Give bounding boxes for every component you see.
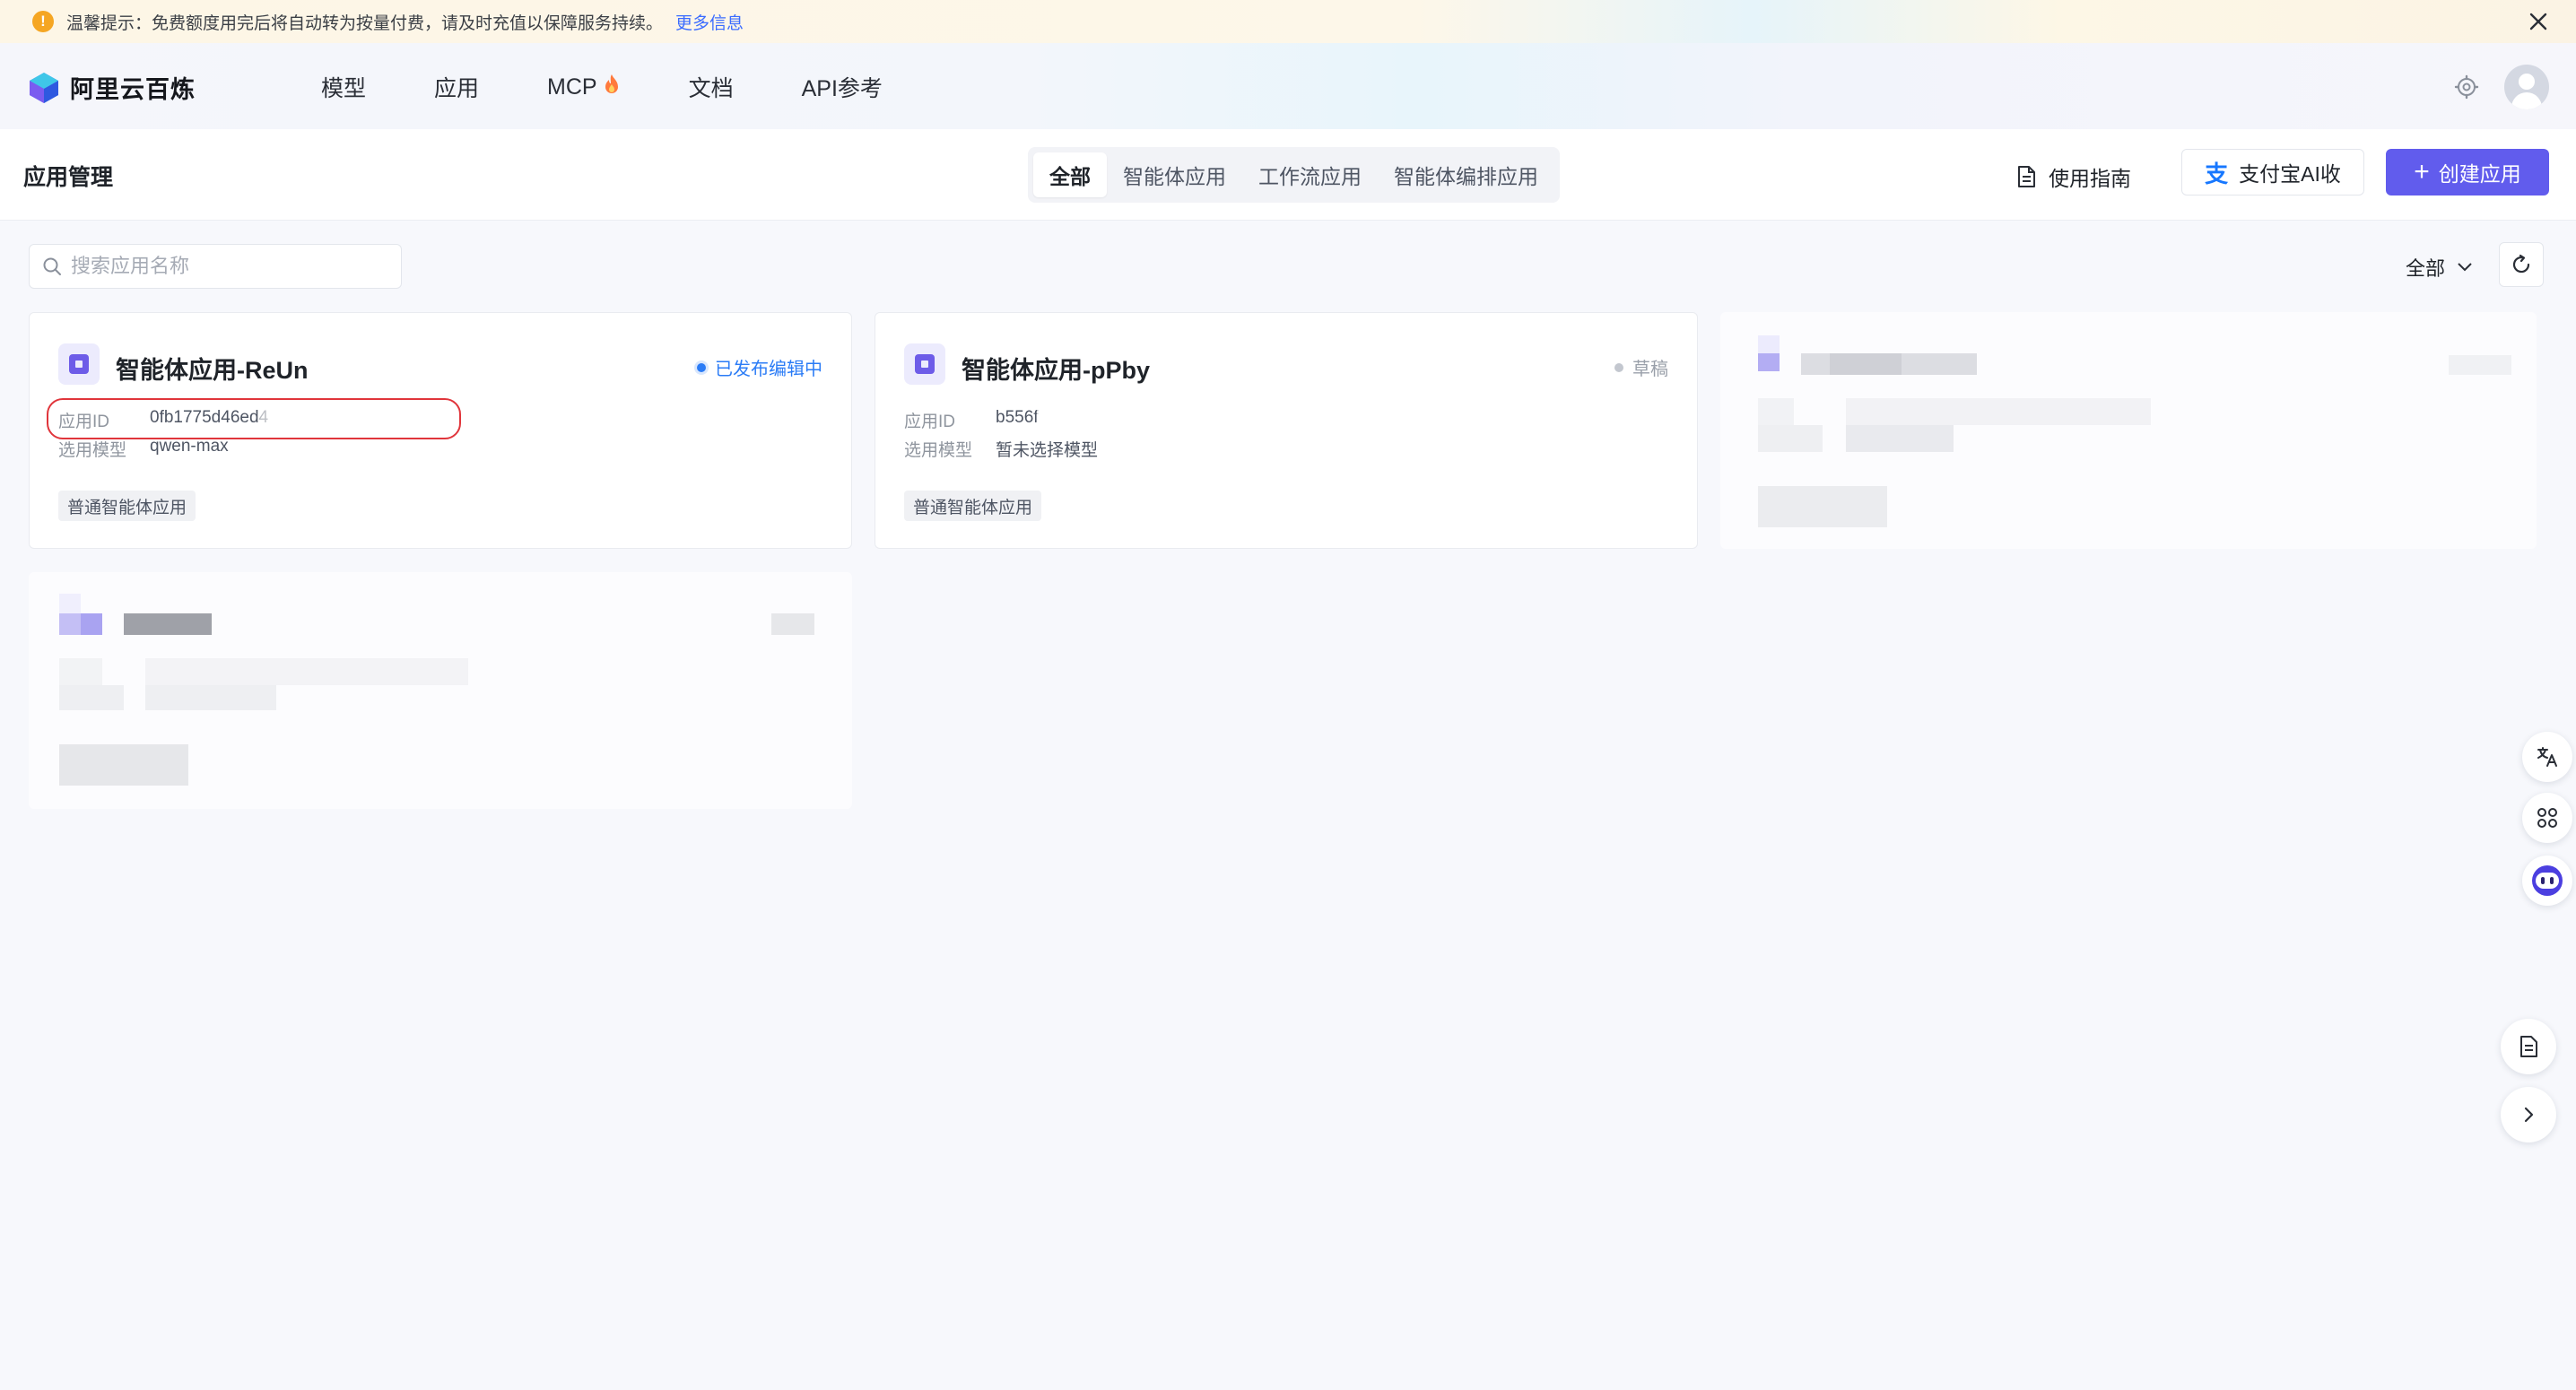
- tab-workflow-apps[interactable]: 工作流应用: [1242, 152, 1378, 197]
- search-icon: [43, 257, 61, 275]
- app-id-label: 应用ID: [904, 413, 956, 431]
- agent-app-icon: [904, 343, 945, 385]
- create-app-button[interactable]: + 创建应用: [2386, 149, 2549, 195]
- nav-item-label: 文档: [688, 76, 734, 101]
- apps-grid-button[interactable]: [2522, 793, 2572, 843]
- app-card[interactable]: 智能体应用-pPby 草稿 应用ID b556f 选用模型 暂未选择模型 普通智…: [875, 312, 1698, 549]
- usage-guide-button[interactable]: 使用指南: [2016, 161, 2131, 192]
- fire-icon: [603, 74, 621, 100]
- translate-icon: [2537, 747, 2557, 767]
- app-type-tag: 普通智能体应用: [904, 491, 1042, 521]
- refresh-button[interactable]: [2499, 242, 2544, 287]
- agent-app-icon: [58, 343, 100, 385]
- app-card-title: 智能体应用-pPby: [962, 357, 1151, 384]
- app-id-row: 应用ID 0fb1775d46ed4: [58, 408, 268, 432]
- app-id-value: 0fb1775d46ed4: [150, 408, 269, 427]
- nav-item-models[interactable]: 模型: [321, 70, 366, 104]
- page-title: 应用管理: [23, 165, 114, 190]
- notice-text: 温馨提示：免费额度用完后将自动转为按量付费，请及时充值以保障服务持续。: [66, 13, 664, 33]
- user-avatar[interactable]: [2504, 65, 2549, 109]
- usage-guide-label: 使用指南: [2049, 167, 2131, 190]
- docs-float-button[interactable]: [2501, 1019, 2556, 1074]
- refresh-icon: [2512, 254, 2530, 274]
- status-label: 已发布编辑中: [715, 360, 822, 379]
- nav-item-docs[interactable]: 文档: [689, 70, 734, 104]
- app-card[interactable]: 智能体应用-ReUn 已发布编辑中 应用ID 0fb1775d46ed4 选用模…: [29, 312, 852, 549]
- warning-icon: !: [32, 11, 54, 32]
- top-navigation: 阿里云百炼 模型 应用 MCP 文档 API参考: [0, 43, 2576, 129]
- status-filter-dropdown[interactable]: 全部: [2406, 253, 2474, 282]
- assistant-bot-icon: [2532, 865, 2563, 896]
- redacted-app-card[interactable]: [29, 572, 852, 809]
- model-label: 选用模型: [904, 441, 973, 460]
- brand-name: 阿里云百炼: [70, 76, 196, 103]
- gear-icon[interactable]: [2454, 74, 2479, 100]
- app-id-value: b556f: [996, 408, 1039, 427]
- model-row: 选用模型 qwen-max: [58, 437, 229, 461]
- document-icon: [2520, 1036, 2537, 1057]
- expand-panel-button[interactable]: [2501, 1087, 2556, 1142]
- status-label: 草稿: [1632, 360, 1668, 379]
- translate-button[interactable]: [2522, 732, 2572, 782]
- close-icon[interactable]: [2522, 5, 2554, 38]
- redacted-app-card[interactable]: [1720, 312, 2537, 549]
- brand-logo-icon: [30, 72, 58, 103]
- nav-item-label: 应用: [434, 76, 480, 101]
- nav-item-label: MCP: [547, 74, 597, 100]
- status-badge: 已发布编辑中: [697, 354, 822, 380]
- model-row: 选用模型 暂未选择模型: [904, 437, 1098, 461]
- chevron-right-icon: [2524, 1107, 2534, 1123]
- plus-icon: +: [2414, 157, 2430, 187]
- brand[interactable]: 阿里云百炼: [27, 70, 196, 105]
- chevron-down-icon: [2458, 263, 2472, 272]
- status-dot: [1614, 362, 1623, 372]
- model-value: 暂未选择模型: [996, 441, 1099, 460]
- apps-grid-icon: [2537, 808, 2557, 828]
- alipay-ai-label: 支付宝AI收: [2239, 162, 2341, 186]
- status-badge: 草稿: [1614, 354, 1668, 380]
- assistant-button[interactable]: [2522, 856, 2572, 906]
- redacted-region: [259, 401, 480, 431]
- search-input[interactable]: [71, 255, 376, 278]
- nav-item-label: 模型: [321, 76, 367, 101]
- status-dot: [697, 362, 706, 372]
- notice-banner: ! 温馨提示：免费额度用完后将自动转为按量付费，请及时充值以保障服务持续。 更多…: [0, 0, 2576, 43]
- filter-label: 全部: [2406, 257, 2446, 280]
- page-root: ! 温馨提示：免费额度用完后将自动转为按量付费，请及时充值以保障服务持续。 更多…: [0, 0, 2576, 1390]
- nav-item-mcp[interactable]: MCP: [547, 70, 621, 104]
- tab-agent-orchestration-apps[interactable]: 智能体编排应用: [1378, 152, 1554, 197]
- page-header: 应用管理 全部 智能体应用 工作流应用 智能体编排应用 使用指南 支 支付宝AI…: [0, 129, 2576, 221]
- model-label: 选用模型: [58, 441, 127, 460]
- tab-agent-apps[interactable]: 智能体应用: [1107, 152, 1242, 197]
- search-box: [29, 244, 402, 289]
- app-id-label: 应用ID: [58, 413, 110, 431]
- app-type-tabs: 全部 智能体应用 工作流应用 智能体编排应用: [1028, 147, 1560, 203]
- app-type-tag: 普通智能体应用: [58, 491, 196, 521]
- app-card-title: 智能体应用-ReUn: [116, 357, 309, 384]
- alipay-ai-button[interactable]: 支 支付宝AI收: [2181, 149, 2364, 195]
- alipay-icon: 支: [2205, 160, 2229, 187]
- nav-item-api-reference[interactable]: API参考: [802, 70, 883, 104]
- tab-all[interactable]: 全部: [1033, 152, 1107, 197]
- app-id-row: 应用ID b556f: [904, 408, 1039, 432]
- create-app-label: 创建应用: [2438, 162, 2521, 186]
- top-right-actions: [2454, 65, 2549, 109]
- model-value: qwen-max: [150, 437, 229, 456]
- nav-item-label: API参考: [801, 76, 883, 101]
- nav-menu: 模型 应用 MCP 文档 API参考: [321, 70, 951, 104]
- document-icon: [2018, 166, 2035, 187]
- nav-item-apps[interactable]: 应用: [434, 70, 479, 104]
- notice-more-info-link[interactable]: 更多信息: [675, 10, 744, 34]
